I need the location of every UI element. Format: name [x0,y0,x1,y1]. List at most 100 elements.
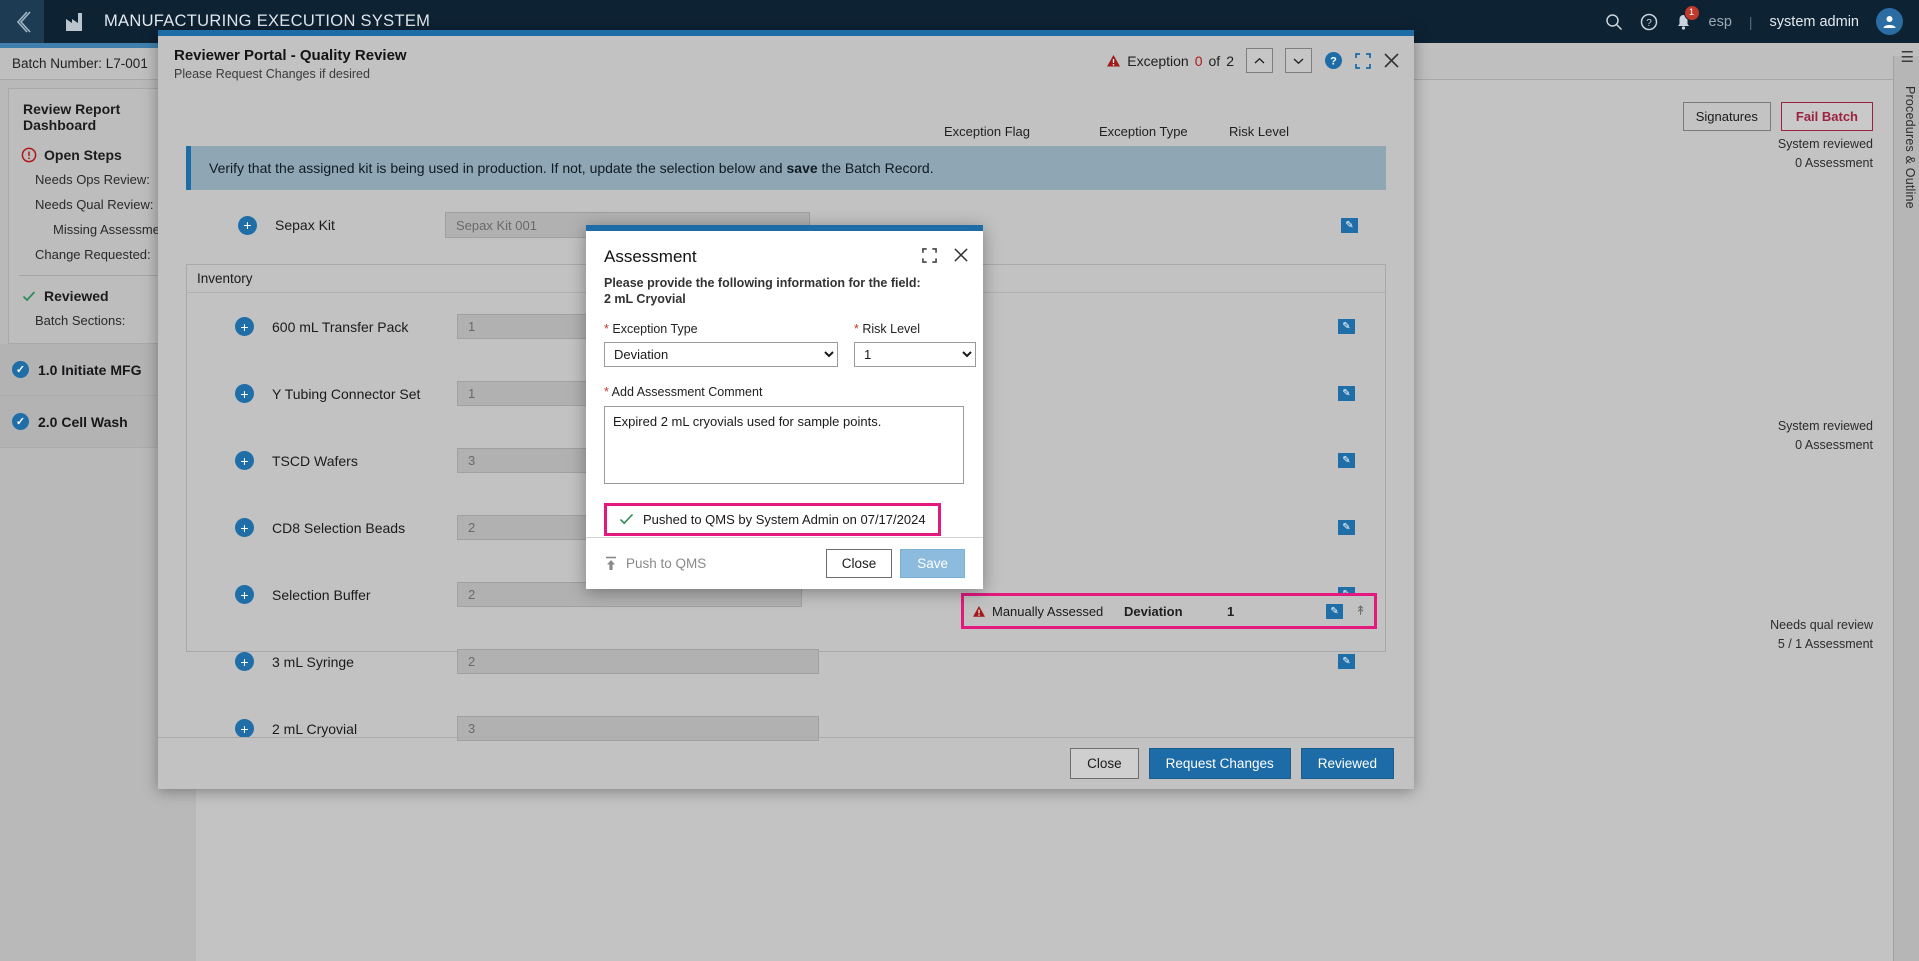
background-note-3: Needs qual review 5 / 1 Assessment [1770,618,1873,651]
back-button[interactable] [0,0,44,43]
plus-circle-icon[interactable]: + [238,215,257,235]
exception-navigator: Exception 0 of 2 ? [1106,48,1400,73]
plus-circle-icon[interactable]: + [235,518,254,537]
push-to-qms-button[interactable]: Push to QMS [604,556,706,571]
expand-icon [922,247,937,263]
plus-circle-icon[interactable]: + [235,451,254,470]
edit-pencil-icon[interactable]: ✎ [1326,603,1344,619]
plus-circle-icon[interactable]: + [235,719,254,738]
column-header-risk-level: Risk Level [1229,124,1289,139]
check-icon [22,291,36,302]
sepax-kit-label: Sepax Kit [275,217,335,233]
exception-prev-button[interactable] [1246,48,1273,73]
signatures-button[interactable]: Signatures [1682,101,1771,131]
table-row: + 3 mL Syringe 2 ✎ [187,628,1385,695]
help-circle-icon[interactable]: ? [1640,13,1658,31]
column-header-exception-flag: Exception Flag [944,124,1030,139]
sidebar-divider [19,275,177,276]
user-avatar-icon [1883,16,1896,28]
edit-pencil-icon[interactable]: ✎ [1338,386,1355,401]
info-banner-text-after: the Batch Record. [817,160,934,176]
plus-circle-icon[interactable]: + [235,585,254,604]
exception-next-button[interactable] [1285,48,1312,73]
language-selector[interactable]: esp [1709,14,1732,30]
assessment-close-button[interactable] [953,247,969,263]
assessment-footer: Push to QMS Close Save [586,537,983,589]
required-asterisk: * [604,384,609,399]
edit-pencil-icon[interactable]: ✎ [1338,654,1355,669]
push-upload-icon [606,556,616,570]
sidebar-item-label: 2.0 Cell Wash [38,413,128,430]
exception-total: 2 [1226,52,1234,69]
alert-circle-icon [21,147,37,163]
reviewed-button[interactable]: Reviewed [1300,748,1394,779]
assessed-type-value: Deviation [1124,603,1183,619]
user-name: system admin [1769,13,1859,30]
bell-icon[interactable]: 1 [1675,4,1700,31]
edit-pencil-icon[interactable]: ✎ [1338,453,1355,468]
exception-counter: Exception 0 of 2 [1106,53,1234,69]
risk-level-select[interactable]: 1 2 3 [854,341,976,367]
exception-type-label: * Exception Type [604,322,838,336]
inventory-item-qty[interactable]: 2 [457,649,819,674]
app-title: MANUFACTURING EXECUTION SYSTEM [104,12,431,30]
check-circle-icon: ✓ [12,413,29,430]
assessment-save-button[interactable]: Save [900,549,965,578]
edit-pencil-icon[interactable]: ✎ [1341,217,1358,233]
inventory-item-label: Y Tubing Connector Set [272,385,421,402]
assessment-dialog: Assessment Please provide the following … [586,225,983,589]
edit-pencil-icon[interactable]: ✎ [1338,520,1355,535]
app-logo [54,0,98,43]
portal-close-button[interactable] [1383,52,1400,69]
portal-expand-button[interactable] [1355,52,1371,69]
check-icon [619,513,634,525]
chevron-down-icon [1293,57,1304,64]
inventory-item-label: 2 mL Cryovial [272,720,358,737]
header-divider: | [1748,13,1753,30]
portal-subtitle: Please Request Changes if desired [174,67,370,81]
sidebar-item-label: 1.0 Initiate MFG [38,361,142,378]
assessment-comment-textarea[interactable] [604,405,964,484]
assessment-close-footer-button[interactable]: Close [825,549,893,578]
portal-help-button[interactable]: ? [1324,51,1343,70]
search-icon[interactable] [1605,13,1623,31]
inventory-item-label: CD8 Selection Beads [272,519,406,536]
inventory-item-label: TSCD Wafers [272,452,358,469]
portal-close-footer-button[interactable]: Close [1070,748,1139,779]
exception-column-headers: Exception Flag Exception Type Risk Level [944,124,1344,139]
request-changes-button[interactable]: Request Changes [1148,748,1291,779]
plus-circle-icon[interactable]: + [235,317,254,336]
push-to-qms-label: Push to QMS [626,556,707,571]
inventory-item-label: Selection Buffer [272,586,371,603]
help-circle-icon: ? [1325,52,1342,69]
assessment-description: Please provide the following information… [604,276,921,290]
avatar[interactable] [1876,8,1903,35]
warning-triangle-icon [1107,54,1121,66]
portal-header: Reviewer Portal - Quality Review Please … [158,36,1414,91]
close-x-icon [1384,53,1399,68]
exception-type-select[interactable]: Deviation Observation Comment [604,341,838,367]
check-circle-icon: ✓ [12,361,29,378]
hamburger-menu-icon[interactable]: ☰ [1901,48,1914,66]
assessment-title: Assessment [604,247,697,266]
push-upload-icon[interactable]: ↟ [1355,603,1366,619]
portal-footer: Close Request Changes Reviewed [158,737,1414,789]
chevron-left-icon [16,10,31,33]
info-banner-bold: save [786,160,818,176]
column-header-exception-type: Exception Type [1099,124,1188,139]
info-banner-text-before: Verify that the assigned kit is being us… [209,160,787,176]
exception-middle: of [1208,52,1221,69]
required-asterisk: * [604,321,609,336]
background-toolbar: Signatures Fail Batch [1399,96,1919,136]
fail-batch-button[interactable]: Fail Batch [1780,101,1873,131]
assessment-expand-button[interactable] [922,247,937,263]
exception-current: 0 [1194,52,1203,69]
batch-number-label: Batch Number: L7-001 [12,56,148,71]
inventory-item-label: 3 mL Syringe [272,653,354,670]
warning-triangle-icon [973,605,985,617]
edit-pencil-icon[interactable]: ✎ [1338,319,1355,334]
plus-circle-icon[interactable]: + [235,384,254,403]
svg-text:?: ? [1646,18,1652,29]
plus-circle-icon[interactable]: + [235,652,254,671]
chevron-up-icon [1254,57,1265,64]
